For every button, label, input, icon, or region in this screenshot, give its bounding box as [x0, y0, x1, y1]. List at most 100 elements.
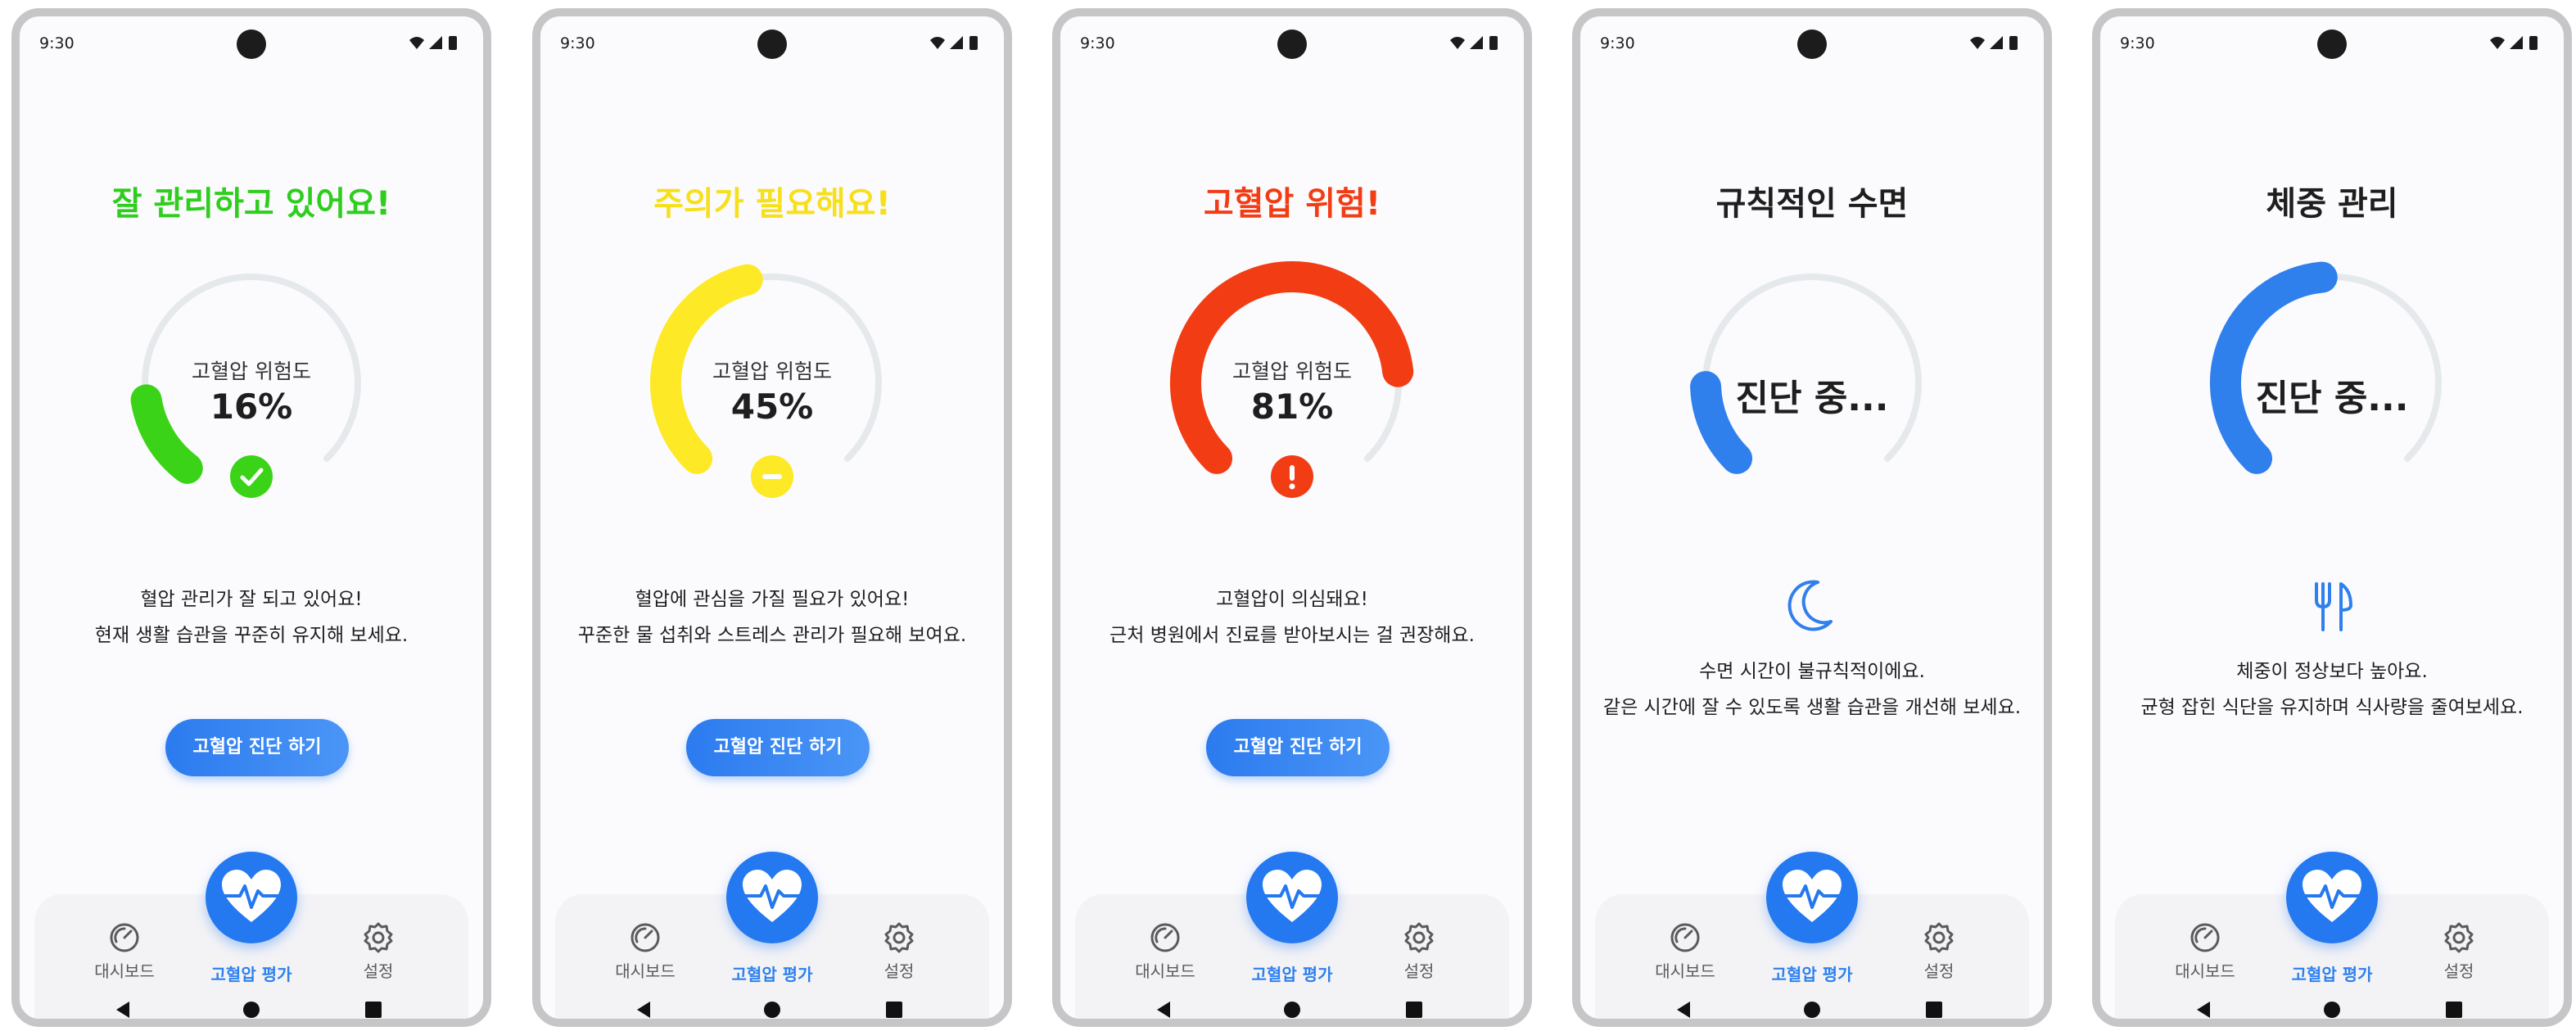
- status-icons: [1968, 34, 2026, 52]
- status-bar: 9:30: [540, 16, 1004, 74]
- fork-knife-icon: [2302, 576, 2362, 636]
- dashboard-icon: [2186, 919, 2224, 956]
- assessment-message: 고혈압이 의심돼요! 근처 병원에서 진료를 받아보시는 걸 권장해요.: [1060, 581, 1524, 653]
- system-nav-bar: [1075, 997, 1509, 1019]
- recents-icon: [365, 1002, 382, 1018]
- back-icon: [1157, 1002, 1170, 1018]
- home-icon: [764, 1002, 780, 1018]
- signal-icon: [1470, 36, 1483, 49]
- camera-cutout: [1797, 29, 1827, 59]
- recents-icon: [886, 1002, 902, 1018]
- risk-gauge: 진단 중...: [2100, 254, 2564, 516]
- gauge-track: [1702, 274, 1922, 462]
- wifi-icon: [2490, 37, 2505, 49]
- dashboard-icon: [1146, 919, 1184, 956]
- battery-icon: [969, 36, 978, 50]
- message-line: 수면 시간이 불규칙적이에요.: [1699, 661, 1925, 682]
- bottom-nav: 대시보드 고혈압 평가 설정: [1075, 852, 1509, 1019]
- nav-assessment-button[interactable]: [726, 852, 818, 943]
- status-bar: 9:30: [20, 16, 483, 74]
- risk-percent: 45%: [730, 387, 814, 427]
- nav-settings[interactable]: 설정: [2410, 919, 2508, 982]
- recents-icon: [1926, 1002, 1942, 1018]
- status-time: 9:30: [560, 34, 595, 52]
- nav-settings[interactable]: 설정: [1890, 919, 1988, 982]
- risk-percent: 16%: [210, 387, 293, 427]
- phone-screen: 9:30 고혈압 위험! 고혈압 위험도 81% 고혈압이 의심돼요! 근처 병원에서 진…: [1052, 8, 1532, 1027]
- nav-settings-label: 설정: [2443, 961, 2474, 981]
- message-line: 고혈압이 의심돼요!: [1216, 589, 1368, 610]
- signal-icon: [1990, 36, 2003, 49]
- wifi-icon: [1970, 37, 1985, 49]
- message-line: 균형 잡힌 식단을 유지하며 식사량을 줄여보세요.: [2140, 697, 2524, 718]
- system-nav-bar: [2115, 997, 2549, 1019]
- status-bar: 9:30: [1580, 16, 2044, 74]
- home-icon: [2324, 1002, 2340, 1018]
- battery-icon: [449, 36, 457, 50]
- diagnosing-text: 진단 중...: [2255, 378, 2409, 419]
- minus-icon: [751, 455, 793, 498]
- status-time: 9:30: [39, 34, 75, 52]
- risk-percent: 81%: [1250, 387, 1334, 427]
- back-icon: [116, 1002, 129, 1018]
- check-icon: [230, 455, 273, 498]
- assessment-message: 체중이 정상보다 높아요. 균형 잡힌 식단을 유지하며 식사량을 줄여보세요.: [2100, 653, 2564, 726]
- status-time: 9:30: [1080, 34, 1115, 52]
- message-line: 체중이 정상보다 높아요.: [2236, 661, 2428, 682]
- assessment-title: 주의가 필요해요!: [653, 185, 891, 223]
- diagnose-button[interactable]: 고혈압 진단 하기: [1206, 719, 1390, 776]
- status-icons: [929, 34, 986, 52]
- nav-assessment-button[interactable]: [2286, 852, 2378, 943]
- gear-icon: [2440, 919, 2478, 956]
- diagnosing-text: 진단 중...: [1735, 378, 1889, 419]
- message-line: 혈압 관리가 잘 되고 있어요!: [140, 589, 363, 610]
- home-icon: [1804, 1002, 1820, 1018]
- nav-settings[interactable]: 설정: [329, 919, 427, 982]
- status-icons: [408, 34, 465, 52]
- nav-assessment-button[interactable]: [206, 852, 297, 943]
- phone-screen: 9:30 체중 관리 진단 중... 체중이 정상보다 높아요. 균형 잡힌 식단을 유…: [2092, 8, 2572, 1027]
- bottom-nav: 대시보드 고혈압 평가 설정: [2115, 852, 2549, 1019]
- assessment-title: 고혈압 위험!: [1203, 185, 1381, 223]
- nav-settings-label: 설정: [363, 961, 394, 981]
- phone-screen: 9:30 규칙적인 수면진단 중... 수면 시간이 불규칙적이에요. 같은 시간에 …: [1572, 8, 2052, 1027]
- assessment-message: 혈압에 관심을 가질 필요가 있어요! 꾸준한 물 섭취와 스트레스 관리가 필요…: [540, 581, 1004, 653]
- dashboard-icon: [106, 919, 143, 956]
- risk-gauge: 고혈압 위험도 16%: [20, 254, 483, 516]
- back-icon: [637, 1002, 650, 1018]
- nav-settings-label: 설정: [884, 961, 915, 981]
- camera-cutout: [2317, 29, 2347, 59]
- status-bar: 9:30: [1060, 16, 1524, 74]
- nav-settings-label: 설정: [1923, 961, 1955, 981]
- status-time: 9:30: [2120, 34, 2155, 52]
- message-line: 근처 병원에서 진료를 받아보시는 걸 권장해요.: [1109, 625, 1475, 646]
- assessment-message: 혈압 관리가 잘 되고 있어요! 현재 생활 습관을 꾸준히 유지해 보세요.: [20, 581, 483, 653]
- system-nav-bar: [34, 997, 468, 1019]
- signal-icon: [950, 36, 963, 49]
- system-nav-bar: [555, 997, 989, 1019]
- nav-settings[interactable]: 설정: [1370, 919, 1468, 982]
- moon-icon: [1782, 576, 1842, 636]
- camera-cutout: [237, 29, 266, 59]
- nav-assessment-button[interactable]: [1246, 852, 1338, 943]
- wifi-icon: [930, 37, 945, 49]
- battery-icon: [1489, 36, 1498, 50]
- camera-cutout: [1277, 29, 1307, 59]
- diagnose-button[interactable]: 고혈압 진단 하기: [165, 719, 349, 776]
- nav-settings[interactable]: 설정: [850, 919, 948, 982]
- gauge-label: 고혈압 위험도: [1232, 359, 1352, 383]
- phone-screen: 9:30 잘 관리하고 있어요! 고혈압 위험도 16% 혈압 관리가 잘 되고 있어요…: [11, 8, 491, 1027]
- assessment-title: 규칙적인 수면: [1715, 185, 1909, 223]
- message-line: 꾸준한 물 섭취와 스트레스 관리가 필요해 보여요.: [577, 625, 967, 646]
- dashboard-icon: [626, 919, 664, 956]
- gauge-label: 고혈압 위험도: [192, 359, 311, 383]
- gear-icon: [1920, 919, 1958, 956]
- nav-assessment-button[interactable]: [1766, 852, 1858, 943]
- battery-icon: [2529, 36, 2538, 50]
- message-line: 같은 시간에 잘 수 있도록 생활 습관을 개선해 보세요.: [1602, 697, 2022, 718]
- recents-icon: [2446, 1002, 2462, 1018]
- wifi-icon: [409, 37, 424, 49]
- battery-icon: [2009, 36, 2018, 50]
- diagnose-button[interactable]: 고혈압 진단 하기: [686, 719, 870, 776]
- home-icon: [1284, 1002, 1300, 1018]
